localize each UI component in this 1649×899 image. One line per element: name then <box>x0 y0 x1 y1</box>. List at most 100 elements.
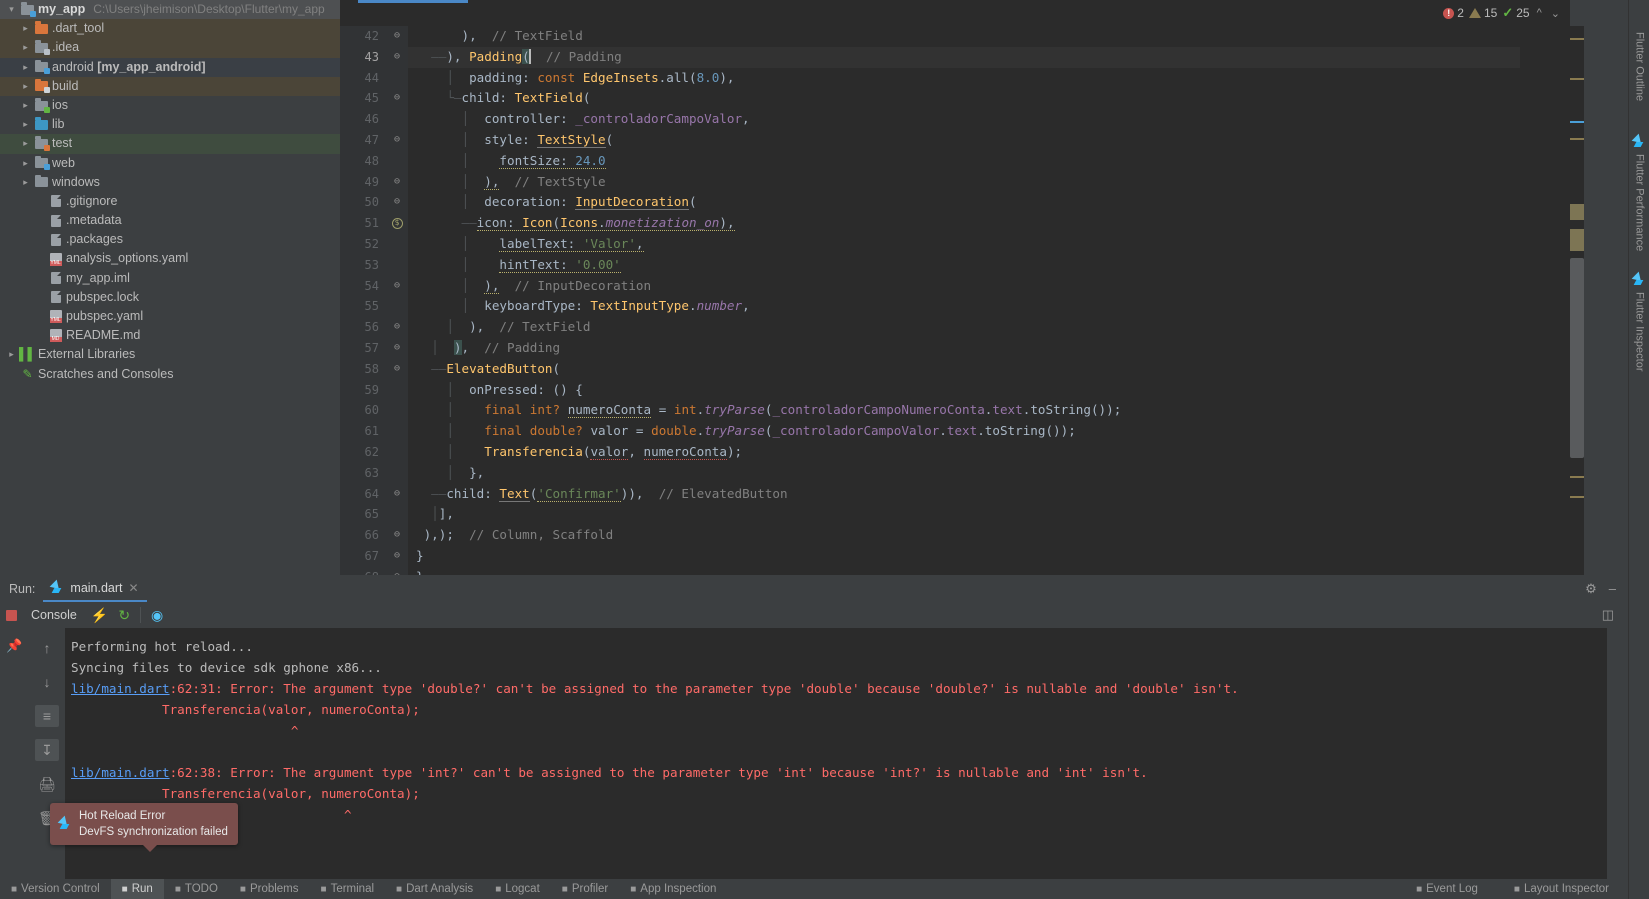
code-editor-pane[interactable]: ! 2 15 ✓ 25 ^ ⌄ 42 ⊖ ), // TextField 43 ⊖ —… <box>340 0 1570 575</box>
code-line[interactable]: 59 │ onPressed: () { <box>340 379 1520 401</box>
fold-marker[interactable]: ⊖ <box>386 566 408 575</box>
console-file-link[interactable]: lib/main.dart <box>71 765 170 780</box>
code-line[interactable]: 43 ⊖ ——), Padding( // Padding <box>340 46 1520 68</box>
status-bar-item-event-log[interactable]: ■ Event Log <box>1405 879 1489 899</box>
tree-row[interactable]: ▸ lib <box>0 115 340 134</box>
scroll-down-icon[interactable]: ↓ <box>35 671 59 693</box>
console-tab[interactable]: Console <box>27 608 81 622</box>
chevron-right-icon[interactable]: ▸ <box>18 19 33 38</box>
chevron-down-icon[interactable]: ▾ <box>4 0 19 19</box>
code-lines-container[interactable]: 42 ⊖ ), // TextField 43 ⊖ ——), Padding( // … <box>340 26 1520 575</box>
tree-row[interactable]: ▸ web <box>0 154 340 173</box>
fold-marker[interactable]: ⊖ <box>386 358 408 380</box>
bottom-status-bar[interactable]: ■ Version Control ■ Run ■ TODO ■ Problems ■ Termi… <box>0 879 1628 899</box>
tree-row[interactable]: .metadata <box>0 211 340 230</box>
close-icon[interactable]: ✕ <box>129 581 139 595</box>
status-bar-item-todo[interactable]: ■ TODO <box>164 879 229 899</box>
status-bar-item-version-control[interactable]: ■ Version Control <box>0 879 111 899</box>
soft-wrap-icon[interactable]: ≡ <box>35 705 59 727</box>
fold-marker[interactable]: ⊖ <box>386 483 408 505</box>
scroll-to-end-icon[interactable]: ↧ <box>35 739 59 761</box>
chevron-right-icon[interactable]: ▸ <box>18 96 33 115</box>
chevron-right-icon[interactable]: ▸ <box>18 154 33 173</box>
chevron-right-icon[interactable]: ▸ <box>18 77 33 96</box>
stop-icon[interactable] <box>6 609 17 621</box>
print-icon[interactable]: 🖨 <box>35 773 59 795</box>
inspection-count-indicator[interactable]: ✓ 25 <box>1502 5 1529 21</box>
editor-inspection-status[interactable]: ! 2 15 ✓ 25 ^ ⌄ <box>1443 0 1570 26</box>
fold-marker[interactable] <box>386 379 408 401</box>
code-line[interactable]: 64 ⊖ ——child: Text('Confirmar')), // Elev… <box>340 483 1520 505</box>
fold-marker[interactable]: ⊖ <box>386 171 408 193</box>
chevron-right-icon[interactable]: ▸ <box>4 345 19 364</box>
code-line[interactable]: 63 │ }, <box>340 462 1520 484</box>
warning-count-indicator[interactable]: 15 <box>1468 6 1497 20</box>
tree-row[interactable]: ✎ Scratches and Consoles <box>0 365 340 384</box>
code-line[interactable]: 66 ⊖ ),); // Column, Scaffold <box>340 525 1520 546</box>
chevron-right-icon[interactable]: ▸ <box>18 38 33 57</box>
fold-marker[interactable]: $ <box>386 213 408 234</box>
tree-row[interactable]: ▸ ios <box>0 96 340 115</box>
code-line[interactable]: 56 ⊖ │ ), // TextField <box>340 317 1520 338</box>
fold-marker[interactable]: ⊖ <box>386 545 408 567</box>
notification-balloon[interactable]: Hot Reload Error DevFS synchronization f… <box>50 803 238 852</box>
chevron-right-icon[interactable]: ▸ <box>18 115 33 134</box>
code-line[interactable]: 46 │ controller: _controladorCampoValor, <box>340 109 1520 130</box>
run-panel-header-actions[interactable]: ⚙ – <box>1585 581 1628 597</box>
fold-marker[interactable]: ⊖ <box>386 129 408 151</box>
sidebar-tab-flutter-outline[interactable]: Flutter Outline <box>1629 28 1649 101</box>
tree-row[interactable]: .gitignore <box>0 192 340 211</box>
fold-marker[interactable] <box>386 109 408 130</box>
fold-marker[interactable]: ⊖ <box>386 46 408 68</box>
code-line[interactable]: 61 │ final double? valor = double.tryPar… <box>340 421 1520 442</box>
code-line[interactable]: 42 ⊖ ), // TextField <box>340 26 1520 47</box>
code-line[interactable]: 44 │ padding: const EdgeInsets.all(8.0), <box>340 67 1520 89</box>
console-output[interactable]: Performing hot reload... Syncing files to… <box>65 628 1607 899</box>
status-bar-item-profiler[interactable]: ■ Profiler <box>551 879 619 899</box>
code-line[interactable]: 60 │ final int? numeroConta = int.tryPar… <box>340 400 1520 422</box>
tree-row[interactable]: ▸ build <box>0 76 340 96</box>
chevron-right-icon[interactable]: ▸ <box>18 134 33 153</box>
fold-marker[interactable]: ⊖ <box>386 525 408 546</box>
tree-row[interactable]: ▸ test <box>0 134 340 154</box>
fold-marker[interactable] <box>386 441 408 463</box>
dart-coin-icon[interactable]: $ <box>391 218 403 230</box>
code-line[interactable]: 52 │ labelText: 'Valor', <box>340 233 1520 255</box>
fold-marker[interactable] <box>386 233 408 255</box>
chevron-right-icon[interactable]: ▸ <box>18 173 33 192</box>
project-tool-window[interactable]: ▾ my_app C:\Users\jheimison\Desktop\Flutte… <box>0 0 340 575</box>
tree-row[interactable]: pubspec.lock <box>0 288 340 307</box>
tree-row[interactable]: ▸ windows <box>0 173 340 192</box>
status-bar-item-run[interactable]: ■ Run <box>110 879 164 899</box>
console-toolbar[interactable]: Console ⚡ ↻ ◉ ◫ <box>0 602 1628 628</box>
code-line[interactable]: 51 $ ——icon: Icon(Icons.monetization_on), <box>340 213 1520 234</box>
fold-marker[interactable] <box>386 296 408 318</box>
code-line[interactable]: 68⊖} <box>340 566 1520 575</box>
code-line[interactable]: 62 │ Transferencia(valor, numeroConta); <box>340 441 1520 463</box>
fold-marker[interactable]: ⊖ <box>386 337 408 359</box>
code-line[interactable]: 57 ⊖ │ ), // Padding <box>340 337 1520 359</box>
fold-marker[interactable] <box>386 150 408 172</box>
scroll-up-icon[interactable]: ↑ <box>35 637 59 659</box>
tree-row[interactable]: ▸ .dart_tool <box>0 19 340 39</box>
tree-row[interactable]: YML pubspec.yaml <box>0 307 340 326</box>
tree-row[interactable]: .packages <box>0 230 340 249</box>
fold-marker[interactable] <box>386 254 408 276</box>
fold-marker[interactable] <box>386 421 408 442</box>
sidebar-tab-flutter-performance[interactable]: Flutter Performance <box>1629 130 1649 251</box>
fold-marker[interactable]: ⊖ <box>386 88 408 110</box>
error-count-indicator[interactable]: ! 2 <box>1443 6 1464 20</box>
run-tab-main-dart[interactable]: main.dart ✕ <box>43 575 147 602</box>
status-bar-item-problems[interactable]: ■ Problems <box>229 879 310 899</box>
tree-row[interactable]: ▸ ▌▌ External Libraries <box>0 345 340 364</box>
status-bar-right[interactable]: ■ Event Log ■ Layout Inspector <box>1405 879 1628 899</box>
hot-restart-icon[interactable]: ↻ <box>118 607 130 624</box>
fold-marker[interactable] <box>386 67 408 89</box>
status-bar-item-app-inspection[interactable]: ■ App Inspection <box>619 879 727 899</box>
status-bar-item-layout-inspector[interactable]: ■ Layout Inspector <box>1503 879 1620 899</box>
minimize-icon[interactable]: – <box>1609 581 1616 596</box>
code-line[interactable]: 65 │], <box>340 504 1520 526</box>
code-line[interactable]: 48 │ fontSize: 24.0 <box>340 150 1520 172</box>
code-line[interactable]: 50 ⊖ │ decoration: InputDecoration( <box>340 192 1520 214</box>
editor-vertical-scrollbar[interactable] <box>1570 258 1584 458</box>
